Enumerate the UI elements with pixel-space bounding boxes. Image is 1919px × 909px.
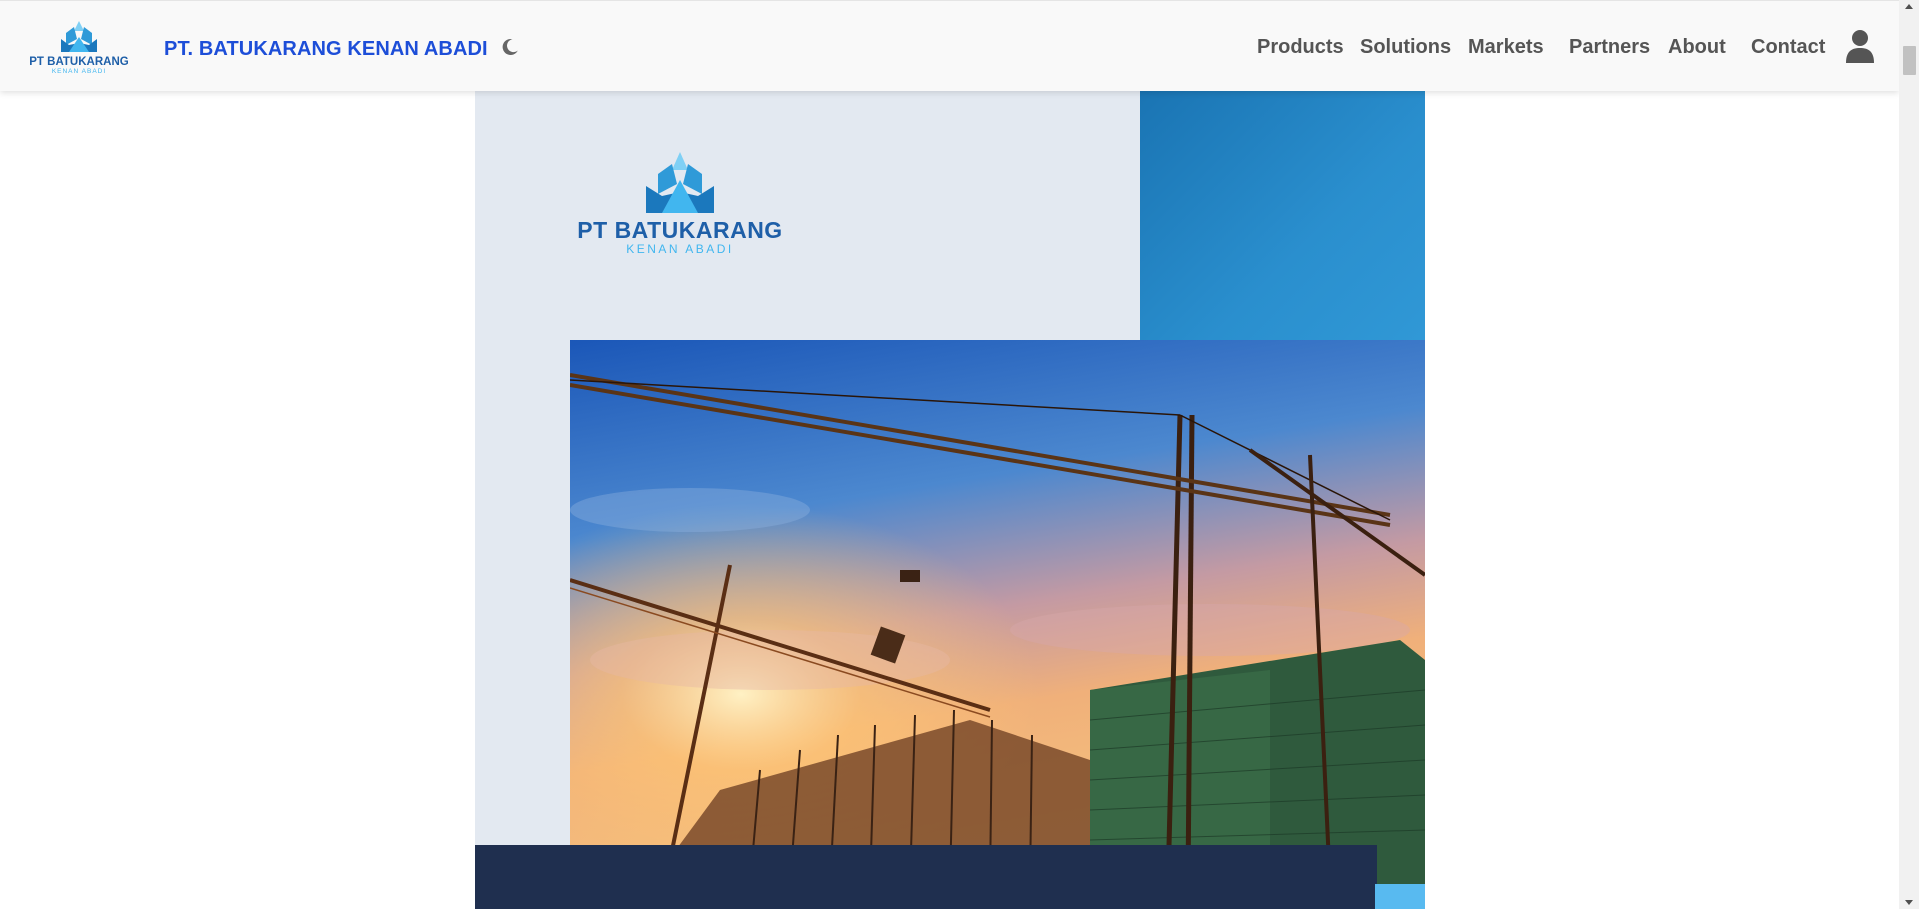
moon-icon[interactable] (498, 35, 522, 59)
hero-caption-block (475, 845, 1377, 909)
nav-partners[interactable]: Partners (1569, 36, 1650, 59)
user-icon[interactable] (1844, 29, 1876, 63)
logo-text-line1: PT BATUKARANG (29, 56, 129, 68)
hero-logo-text-line1: PT BATUKARANG (577, 217, 782, 243)
scroll-up-arrow-icon[interactable] (1905, 4, 1913, 9)
nav-contact[interactable]: Contact (1751, 36, 1825, 59)
nav-markets[interactable]: Markets (1468, 36, 1544, 59)
scroll-thumb[interactable] (1903, 46, 1916, 75)
scroll-down-arrow-icon[interactable] (1905, 900, 1913, 905)
brand-name[interactable]: PT. BATUKARANG KENAN ABADI (164, 38, 488, 61)
construction-cranes-photo (570, 340, 1425, 885)
hero-company-logo: PT BATUKARANG KENAN ABADI (577, 152, 782, 256)
top-navbar: PT BATUKARANG KENAN ABADI PT. BATUKARANG… (0, 0, 1899, 91)
nav-about[interactable]: About (1668, 36, 1726, 59)
company-logo: PT BATUKARANG KENAN ABADI (29, 21, 129, 75)
nav-solutions[interactable]: Solutions (1360, 36, 1451, 59)
hero-logo-text-line2: KENAN ABADI (626, 242, 734, 256)
hero-bottom-accent (1375, 884, 1425, 909)
logo-text-line2: KENAN ABADI (52, 68, 106, 75)
page-scrollbar[interactable] (1899, 0, 1919, 909)
nav-products[interactable]: Products (1257, 36, 1344, 59)
hero-accent-panel (1140, 90, 1425, 340)
